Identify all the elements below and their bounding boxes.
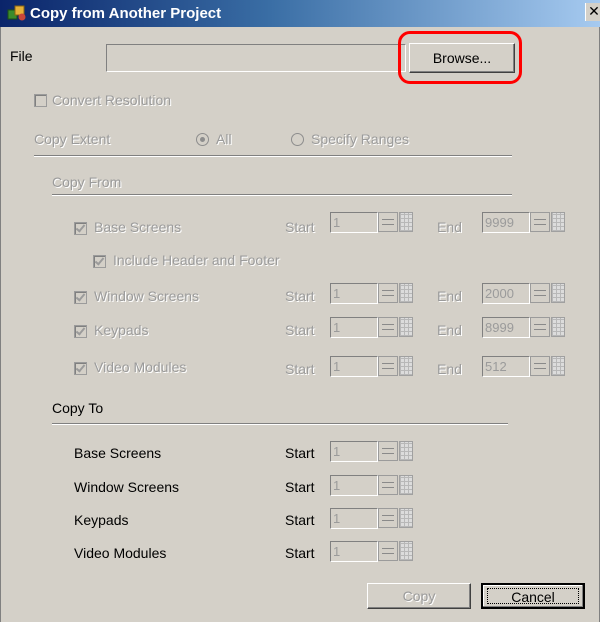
- from-video-modules-end-input[interactable]: 512: [482, 356, 530, 377]
- to-keypads-start-input[interactable]: 1: [330, 508, 378, 529]
- convert-resolution-label: Convert Resolution: [52, 92, 172, 108]
- to-base-screens-start-spinner[interactable]: [378, 441, 398, 461]
- to-window-screens-start-label: Start: [285, 479, 315, 495]
- keypad-icon[interactable]: [399, 317, 413, 337]
- copy-from-title: Copy From: [52, 174, 122, 190]
- to-window-screens-start-input[interactable]: 1: [330, 475, 378, 496]
- from-keypads-start-spinner[interactable]: [378, 317, 398, 337]
- from-window-screens-end-input[interactable]: 2000: [482, 283, 530, 304]
- to-window-screens-start-spinner[interactable]: [378, 475, 398, 495]
- keypad-icon[interactable]: [399, 212, 413, 232]
- from-base-screens-start-spinner[interactable]: [378, 212, 398, 232]
- from-video-modules-end-label: End: [437, 361, 462, 377]
- extent-divider: [34, 155, 512, 157]
- keypad-icon[interactable]: [399, 475, 413, 495]
- keypad-icon[interactable]: [399, 441, 413, 461]
- convert-resolution-checkbox[interactable]: [34, 94, 47, 107]
- extent-specify-ranges-radio[interactable]: [291, 133, 304, 146]
- from-base-screens-checkbox[interactable]: [74, 222, 87, 235]
- to-video-modules-start-label: Start: [285, 545, 315, 561]
- keypad-icon[interactable]: [551, 283, 565, 303]
- from-video-modules-start-spinner[interactable]: [378, 356, 398, 376]
- from-video-modules-start-input[interactable]: 1: [330, 356, 378, 377]
- copy-button[interactable]: Copy: [367, 583, 471, 609]
- extent-all-radio[interactable]: [196, 133, 209, 146]
- from-keypads-end-input[interactable]: 8999: [482, 317, 530, 338]
- title-bar: Copy from Another Project ✕: [0, 0, 600, 27]
- from-base-screens-end-label: End: [437, 219, 462, 235]
- copy-extent-label: Copy Extent: [34, 131, 111, 147]
- from-base-screens-start-label: Start: [285, 219, 315, 235]
- keypad-icon[interactable]: [551, 317, 565, 337]
- from-keypads-end-label: End: [437, 322, 462, 338]
- file-path-field[interactable]: [106, 44, 406, 72]
- cancel-button[interactable]: Cancel: [481, 583, 585, 609]
- from-window-screens-end-spinner[interactable]: [530, 283, 550, 303]
- include-header-footer-checkbox[interactable]: [93, 255, 106, 268]
- from-window-screens-checkbox[interactable]: [74, 291, 87, 304]
- window-border-left: [0, 27, 1, 622]
- keypad-icon[interactable]: [399, 356, 413, 376]
- copy-from-divider: [52, 194, 512, 196]
- from-base-screens-label: Base Screens: [94, 219, 182, 235]
- from-base-screens-end-input[interactable]: 9999: [482, 212, 530, 233]
- keypad-icon[interactable]: [551, 356, 565, 376]
- from-keypads-start-input[interactable]: 1: [330, 317, 378, 338]
- highlight-annotation: [398, 31, 522, 84]
- to-keypads-label: Keypads: [74, 512, 129, 528]
- from-video-modules-end-spinner[interactable]: [530, 356, 550, 376]
- extent-all-label: All: [216, 131, 232, 147]
- from-window-screens-start-spinner[interactable]: [378, 283, 398, 303]
- to-keypads-start-label: Start: [285, 512, 315, 528]
- to-keypads-start-spinner[interactable]: [378, 508, 398, 528]
- keypad-icon[interactable]: [399, 283, 413, 303]
- from-video-modules-label: Video Modules: [94, 359, 187, 375]
- window-title: Copy from Another Project: [30, 5, 222, 22]
- to-video-modules-start-spinner[interactable]: [378, 541, 398, 561]
- to-base-screens-label: Base Screens: [74, 445, 162, 461]
- copy-to-title: Copy To: [52, 400, 104, 416]
- focus-rect: [487, 588, 579, 604]
- to-base-screens-start-label: Start: [285, 445, 315, 461]
- from-window-screens-start-input[interactable]: 1: [330, 283, 378, 304]
- from-base-screens-end-spinner[interactable]: [530, 212, 550, 232]
- from-keypads-label: Keypads: [94, 322, 149, 338]
- close-icon[interactable]: ✕: [585, 3, 600, 21]
- keypad-icon[interactable]: [551, 212, 565, 232]
- from-keypads-start-label: Start: [285, 322, 315, 338]
- to-window-screens-label: Window Screens: [74, 479, 180, 495]
- from-keypads-end-spinner[interactable]: [530, 317, 550, 337]
- keypad-icon[interactable]: [399, 541, 413, 561]
- dialog-window: Copy from Another Project ✕ File Browse.…: [0, 0, 600, 622]
- from-window-screens-start-label: Start: [285, 288, 315, 304]
- from-window-screens-end-label: End: [437, 288, 462, 304]
- copy-to-divider: [52, 423, 508, 425]
- extent-specify-ranges-label: Specify Ranges: [311, 131, 410, 147]
- file-label: File: [10, 48, 33, 64]
- to-video-modules-label: Video Modules: [74, 545, 167, 561]
- from-window-screens-label: Window Screens: [94, 288, 200, 304]
- from-video-modules-checkbox[interactable]: [74, 362, 87, 375]
- from-keypads-checkbox[interactable]: [74, 325, 87, 338]
- from-base-screens-start-input[interactable]: 1: [330, 212, 378, 233]
- to-video-modules-start-input[interactable]: 1: [330, 541, 378, 562]
- to-base-screens-start-input[interactable]: 1: [330, 441, 378, 462]
- app-icon: [7, 5, 26, 21]
- keypad-icon[interactable]: [399, 508, 413, 528]
- from-video-modules-start-label: Start: [285, 361, 315, 377]
- include-header-footer-label: Include Header and Footer: [113, 252, 280, 268]
